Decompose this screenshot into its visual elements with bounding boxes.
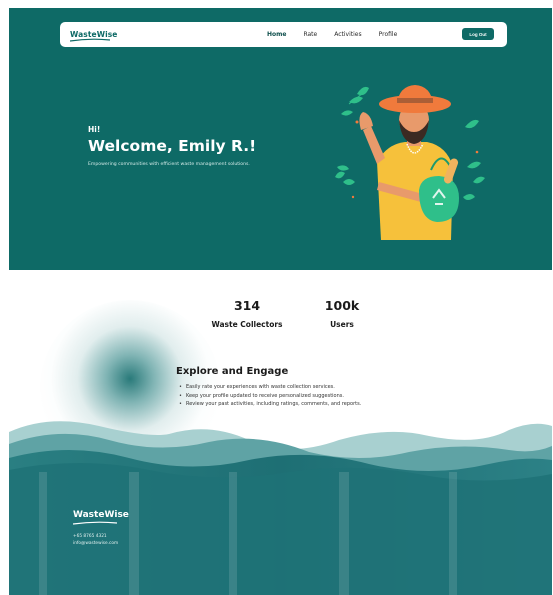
- brand-logo[interactable]: WasteWise: [70, 30, 118, 42]
- nav-profile[interactable]: Profile: [379, 31, 398, 38]
- stat-value: 314: [233, 298, 261, 313]
- top-navbar: WasteWise Home Rate Activities Profile L…: [60, 22, 507, 47]
- footer-email[interactable]: info@wastewise.com: [73, 541, 118, 546]
- list-item: Easily rate your experiences with waste …: [176, 383, 361, 392]
- footer-brand[interactable]: WasteWise: [73, 510, 129, 525]
- footer-waves: [9, 421, 552, 595]
- list-item: Review your past activities, including r…: [176, 400, 361, 409]
- man-with-recycle-bag-illustration-icon: [335, 85, 485, 240]
- stat-value: 100k: [324, 298, 360, 313]
- nav-activities[interactable]: Activities: [334, 31, 361, 38]
- explore-heading: Explore and Engage: [176, 366, 289, 377]
- stat-label: Waste Collectors: [211, 320, 283, 329]
- hero-section: WasteWise Home Rate Activities Profile L…: [9, 8, 552, 270]
- logout-button[interactable]: Log Out: [462, 28, 494, 40]
- footer-phone: +65 8765 4321: [73, 534, 107, 539]
- explore-list: Easily rate your experiences with waste …: [176, 383, 361, 409]
- hero-tagline: Empowering communities with efficient wa…: [88, 162, 250, 167]
- nav-rate[interactable]: Rate: [303, 31, 317, 38]
- greeting-text: Hi!: [88, 125, 101, 134]
- list-item: Keep your profile updated to receive per…: [176, 392, 361, 401]
- brand-swoosh-icon: [70, 38, 110, 42]
- footer-swoosh-icon: [73, 521, 117, 525]
- nav-home[interactable]: Home: [267, 31, 286, 38]
- stat-waste-collectors: 314 Waste Collectors: [208, 298, 286, 329]
- stat-users: 100k Users: [312, 298, 372, 329]
- nav-links: Home Rate Activities Profile: [267, 22, 414, 47]
- footer-brand-name: WasteWise: [73, 510, 129, 520]
- welcome-heading: Welcome, Emily R.!: [88, 137, 257, 155]
- stat-label: Users: [330, 320, 354, 329]
